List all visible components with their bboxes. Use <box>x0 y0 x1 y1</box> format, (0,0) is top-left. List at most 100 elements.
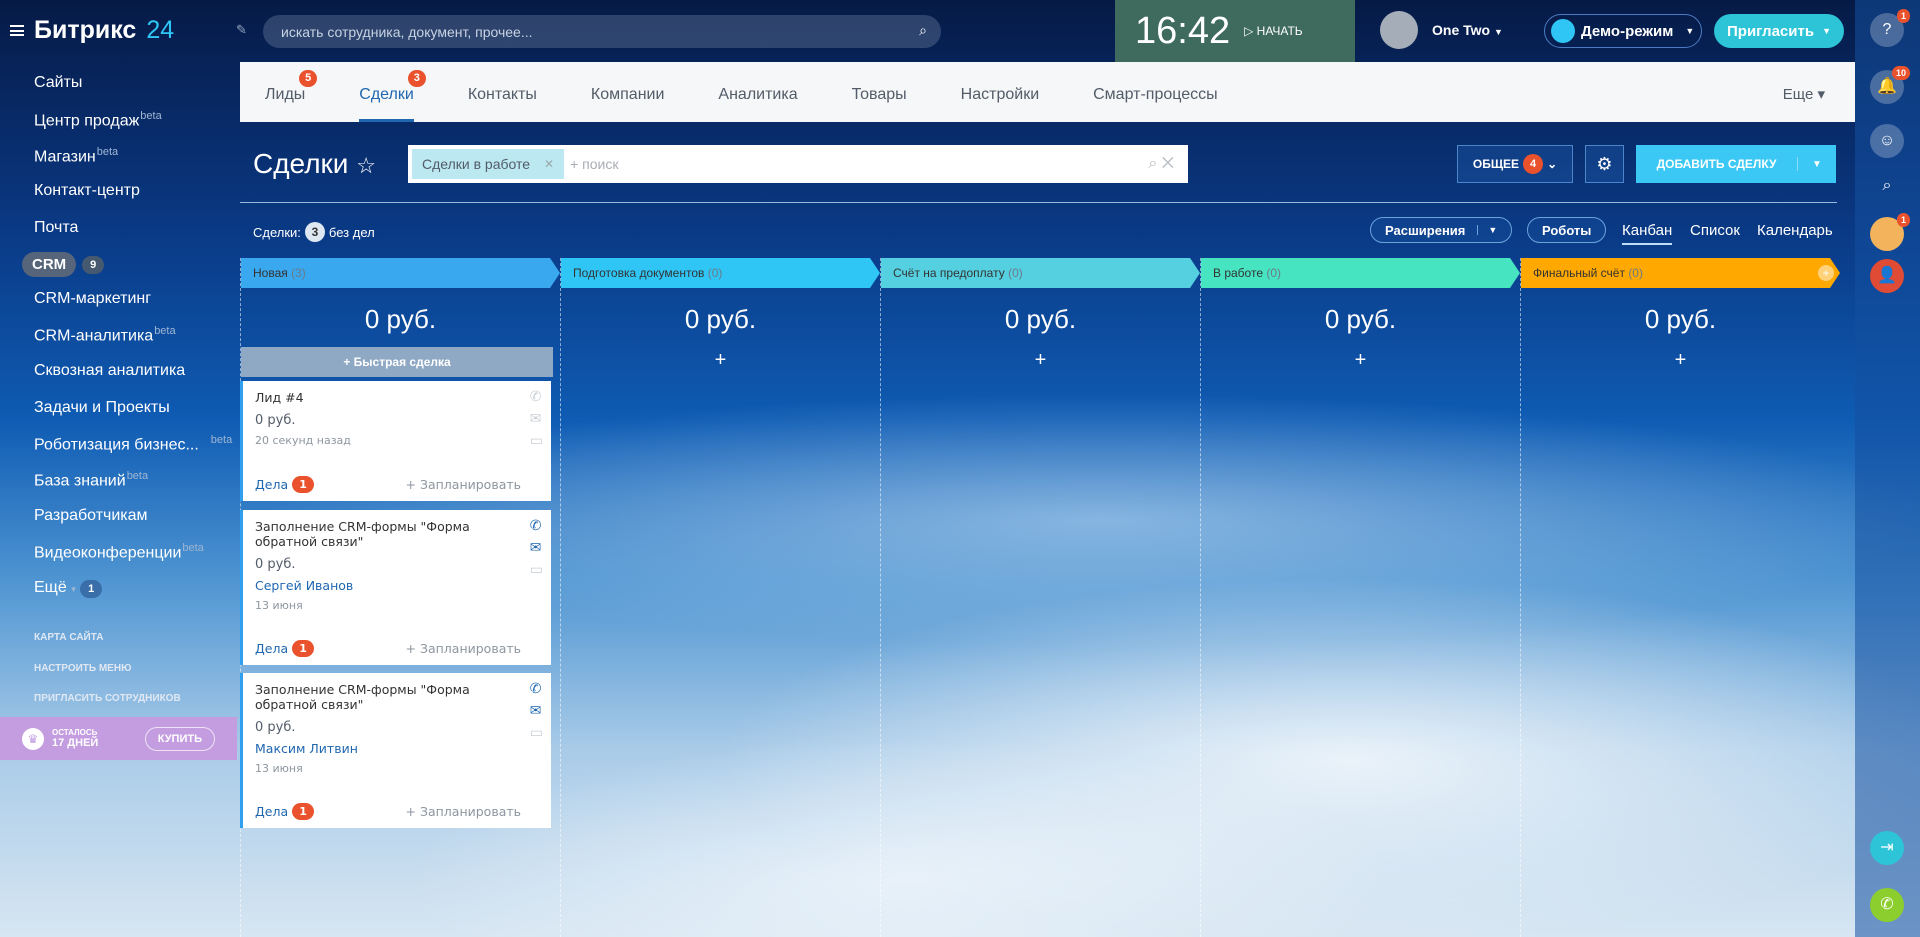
sidebar-item-crm[interactable]: CRM 9 <box>22 252 105 277</box>
deal-date: 13 июня <box>255 762 303 775</box>
deal-title[interactable]: Лид #4 <box>255 390 495 405</box>
phone-icon[interactable]: ✆ <box>1870 888 1904 922</box>
tab[interactable]: Компании <box>591 62 665 122</box>
phone-icon[interactable]: ✆ <box>530 518 543 534</box>
sidebar-item[interactable]: База знанийbeta <box>34 470 148 490</box>
tabs-more[interactable]: Еще ▾ <box>1783 62 1825 128</box>
trial-promo: ♛ ОСТАЛОСЬ 17 ДНЕЙ КУПИТЬ <box>0 717 237 760</box>
configure-menu-link[interactable]: НАСТРОИТЬ МЕНЮ <box>34 663 131 674</box>
view-calendar[interactable]: Календарь <box>1757 222 1833 239</box>
search-clear-icons[interactable]: ⌕ ✕ <box>1148 155 1184 173</box>
invite-employees-link[interactable]: ПРИГЛАСИТЬ СОТРУДНИКОВ <box>34 693 181 704</box>
schedule-link[interactable]: + Запланировать <box>406 804 522 819</box>
general-category-button[interactable]: ОБЩЕЕ 4 ⌄ <box>1457 145 1573 183</box>
chat-icon[interactable]: ▭ <box>530 562 543 578</box>
sidebar-item[interactable]: Ещё ▾ 1 <box>34 579 103 598</box>
open-lines-icon[interactable]: ⇥ <box>1870 831 1904 865</box>
bell-icon[interactable]: 🔔 10 <box>1870 66 1910 104</box>
view-list[interactable]: Список <box>1690 222 1740 239</box>
search-icon[interactable]: ⌕ <box>919 22 927 39</box>
sidebar-item[interactable]: CRM-маркетинг <box>34 290 151 308</box>
filter-search[interactable]: Сделки в работе ✕ + поиск ⌕ ✕ <box>408 145 1188 183</box>
start-button[interactable]: ▷ НАЧАТЬ <box>1244 24 1303 38</box>
add-stage-icon[interactable]: + <box>1818 265 1834 281</box>
logo[interactable]: Битрикс 24 <box>10 16 174 45</box>
extensions-button[interactable]: Расширения ▼ <box>1370 217 1513 243</box>
deal-title[interactable]: Заполнение CRM-формы "Форма обратной свя… <box>255 519 495 549</box>
buy-button[interactable]: КУПИТЬ <box>144 726 215 751</box>
deal-contact[interactable]: Сергей Иванов <box>255 578 539 593</box>
sidebar-item[interactable]: Видеоконференцииbeta <box>34 542 204 562</box>
filter-chip[interactable]: Сделки в работе ✕ <box>412 149 565 179</box>
schedule-link[interactable]: + Запланировать <box>406 477 522 492</box>
user-icon[interactable]: 👤 <box>1870 259 1904 293</box>
tab[interactable]: Аналитика <box>718 62 797 122</box>
deal-date: 20 секунд назад <box>255 434 351 447</box>
deal-title[interactable]: Заполнение CRM-формы "Форма обратной свя… <box>255 682 495 712</box>
invite-button[interactable]: Пригласить ▼ <box>1714 14 1844 48</box>
tab[interactable]: Смарт-процессы <box>1093 62 1218 122</box>
column-header[interactable]: В работе (0) <box>1201 258 1520 288</box>
sidebar-item[interactable]: Магазинbeta <box>34 146 118 166</box>
sidebar-item[interactable]: Контакт-центр <box>34 182 140 200</box>
phone-icon[interactable]: ✆ <box>530 681 543 697</box>
deal-contact[interactable]: Максим Литвин <box>255 741 539 756</box>
chat-icon[interactable]: ▭ <box>530 433 543 449</box>
phone-icon[interactable]: ✆ <box>530 389 543 405</box>
tasks-link[interactable]: Дела <box>255 641 288 656</box>
demo-mode-button[interactable]: Демо-режим ▼ <box>1544 14 1702 48</box>
deal-card[interactable]: Заполнение CRM-формы "Форма обратной свя… <box>240 510 551 665</box>
star-icon[interactable]: ☆ <box>356 153 376 178</box>
user-avatar[interactable] <box>1380 11 1418 49</box>
global-search-input[interactable]: искать сотрудника, документ, прочее... ⌕ <box>263 15 941 48</box>
deal-price: 0 руб. <box>255 557 296 572</box>
sidebar-item[interactable]: Центр продажbeta <box>34 110 162 130</box>
mail-icon[interactable]: ✉ <box>530 703 543 719</box>
chat-icon[interactable]: ▭ <box>530 725 543 741</box>
add-deal-plus[interactable]: + <box>1201 349 1520 372</box>
sitemap-link[interactable]: КАРТА САЙТА <box>34 632 103 643</box>
tasks-link[interactable]: Дела <box>255 477 288 492</box>
tab[interactable]: Товары <box>852 62 907 122</box>
sidebar-item[interactable]: Разработчикам <box>34 507 148 525</box>
column-header[interactable]: Финальный счёт (0) + <box>1521 258 1840 288</box>
tasks-link[interactable]: Дела <box>255 804 288 819</box>
sidebar-item[interactable]: Почта <box>34 219 78 237</box>
column-header[interactable]: Счёт на предоплату (0) <box>881 258 1200 288</box>
settings-gear-button[interactable]: ⚙ <box>1585 145 1624 183</box>
mail-icon[interactable]: ✉ <box>530 411 543 427</box>
sidebar-item[interactable]: Сквозная аналитика <box>34 362 185 380</box>
tab[interactable]: Настройки <box>961 62 1039 122</box>
contact-avatar[interactable]: 1 <box>1870 213 1910 251</box>
workday-clock[interactable]: 16:42 ▷ НАЧАТЬ <box>1115 0 1355 62</box>
quick-deal-button[interactable]: + Быстрая сделка <box>241 347 553 377</box>
column-header[interactable]: Новая (3) <box>241 258 560 288</box>
menu-icon[interactable] <box>10 25 24 36</box>
sidebar-item[interactable]: Роботизация бизнес... beta <box>34 434 232 454</box>
robots-button[interactable]: Роботы <box>1527 217 1607 243</box>
deal-card[interactable]: Лид #4 0 руб. 20 секунд назад ✆ ✉ ▭ Дела 1 +… <box>240 381 551 501</box>
add-deal-plus[interactable]: + <box>1521 349 1840 372</box>
schedule-link[interactable]: + Запланировать <box>406 641 522 656</box>
mail-icon[interactable]: ✉ <box>530 540 543 556</box>
chat-icon[interactable]: ☺ <box>1870 124 1904 158</box>
kanban-column: Счёт на предоплату (0) 0 руб. + <box>880 258 1200 937</box>
sidebar-item[interactable]: CRM-аналитикаbeta <box>34 325 176 345</box>
tab[interactable]: Контакты <box>468 62 537 122</box>
add-deal-plus[interactable]: + <box>561 349 880 372</box>
add-deal-plus[interactable]: + <box>881 349 1200 372</box>
user-menu[interactable]: One Two ▼ <box>1432 22 1503 38</box>
sidebar-item[interactable]: Сайты <box>34 74 82 92</box>
column-header[interactable]: Подготовка документов (0) <box>561 258 880 288</box>
help-icon[interactable]: ? 1 <box>1870 9 1910 47</box>
sidebar-item[interactable]: Задачи и Проекты <box>34 399 170 417</box>
dropdown-icon: ▼ <box>1812 158 1822 170</box>
add-deal-button[interactable]: ДОБАВИТЬ СДЕЛКУ ▼ <box>1636 145 1836 183</box>
tab[interactable]: Сделки 3 <box>359 62 426 122</box>
deal-card[interactable]: Заполнение CRM-формы "Форма обратной свя… <box>240 673 551 828</box>
remove-chip-icon[interactable]: ✕ <box>544 157 554 171</box>
tab[interactable]: Лиды 5 <box>265 62 318 122</box>
pencil-icon[interactable]: ✎ <box>236 22 247 38</box>
view-kanban[interactable]: Канбан <box>1622 222 1673 245</box>
search-icon[interactable]: ⌕ <box>1870 169 1904 203</box>
